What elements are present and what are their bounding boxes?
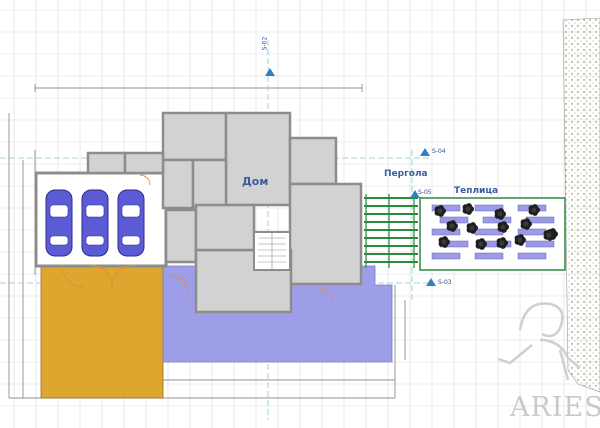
car	[81, 189, 109, 257]
section-mark-s05: S-05	[418, 189, 432, 196]
greenhouse-bed	[517, 252, 547, 260]
parking-pad	[40, 265, 164, 399]
floor-plan-canvas[interactable]	[0, 0, 600, 428]
cars	[45, 189, 145, 257]
logo-text: ARIES	[510, 392, 600, 423]
neighbour-plot	[562, 17, 600, 393]
car	[117, 189, 145, 257]
pergola-label: Пергола	[384, 169, 428, 179]
greenhouse-bed	[517, 228, 547, 236]
section-mark-s04: S-04	[432, 148, 446, 155]
greenhouse-bed	[431, 252, 461, 260]
greenhouse-bed	[431, 228, 461, 236]
section-mark-s02: S-02	[261, 36, 269, 51]
house-label: Дом	[242, 175, 269, 188]
section-mark-s03: S-03	[438, 279, 452, 286]
car	[45, 189, 73, 257]
greenhouse-bed	[474, 252, 504, 260]
greenhouse-label: Теплица	[454, 186, 499, 196]
greenhouse-bed	[525, 240, 555, 248]
